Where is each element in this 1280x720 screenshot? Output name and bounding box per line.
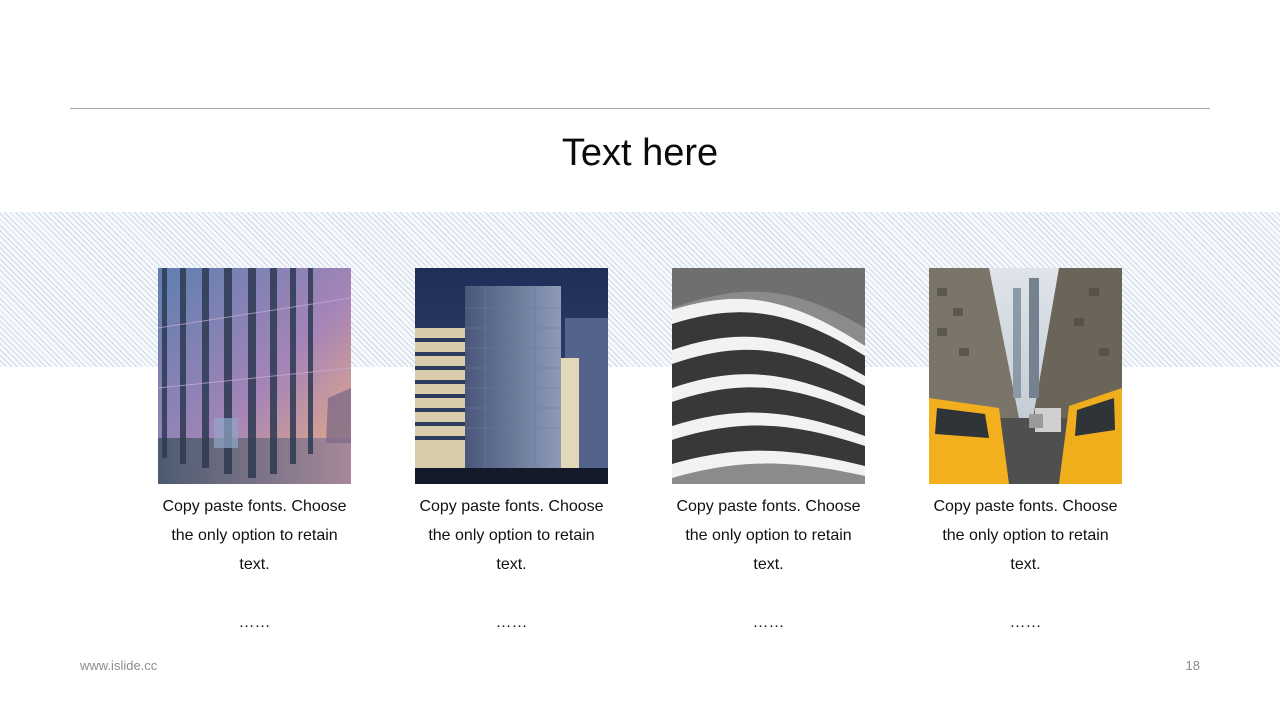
title-divider [70,108,1210,109]
image-card: Copy paste fonts. Choose the only option… [672,268,865,579]
card-ellipsis: …… [752,614,785,631]
card-caption: Copy paste fonts. Choose the only option… [676,498,861,573]
image-card: Copy paste fonts. Choose the only option… [415,268,608,579]
card-ellipsis: …… [238,614,271,631]
image-card: Copy paste fonts. Choose the only option… [929,268,1122,579]
image-card: Copy paste fonts. Choose the only option… [158,268,351,579]
card-caption: Copy paste fonts. Choose the only option… [419,498,604,573]
card-ellipsis: …… [495,614,528,631]
office-tower-photo [415,268,608,484]
slide-title: Text here [561,132,719,174]
curved-building-photo [672,268,865,484]
card-caption: Copy paste fonts. Choose the only option… [933,498,1118,573]
glass-facade-photo [158,268,351,484]
card-caption: Copy paste fonts. Choose the only option… [162,498,347,573]
page-number: 18 [1185,658,1200,673]
city-street-taxi-photo [929,268,1122,484]
footer-website: www.islide.cc [80,658,158,673]
card-ellipsis: …… [1009,614,1042,631]
